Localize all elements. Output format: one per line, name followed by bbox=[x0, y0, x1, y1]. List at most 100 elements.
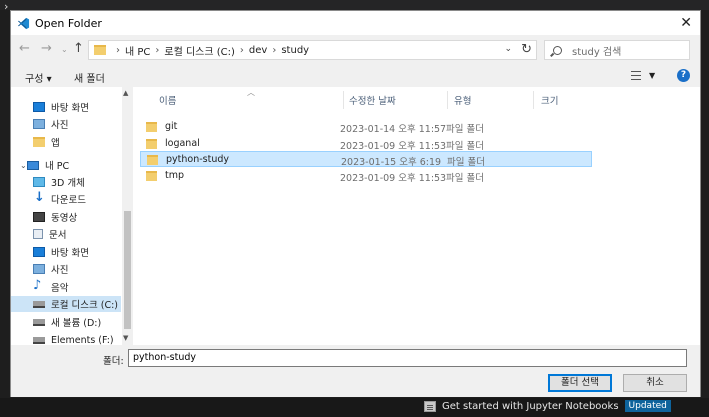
editor-titlebar-bg bbox=[0, 0, 709, 10]
cancel-button[interactable]: 취소 bbox=[623, 374, 687, 392]
this-pc-icon bbox=[27, 160, 39, 170]
up-arrow-icon[interactable]: ↑ bbox=[73, 41, 84, 56]
notification[interactable]: Get started with Jupyter Notebooks Updat… bbox=[424, 400, 671, 412]
sidebar-scrollbar-thumb[interactable] bbox=[124, 211, 131, 329]
recent-chevron-icon[interactable]: ⌄ bbox=[61, 45, 68, 54]
column-header-name[interactable]: 이름 bbox=[159, 91, 176, 109]
close-icon[interactable]: ✕ bbox=[680, 15, 692, 31]
breadcrumb-this-pc[interactable]: 내 PC bbox=[125, 43, 150, 58]
refresh-icon[interactable]: ↻ bbox=[521, 42, 532, 57]
select-folder-button[interactable]: 폴더 선택 bbox=[548, 374, 612, 392]
file-type: 파일 폴더 bbox=[447, 157, 485, 168]
sidebar-item-label: 로컬 디스크 (C:) bbox=[51, 300, 118, 311]
column-divider[interactable] bbox=[447, 91, 448, 109]
folder-icon bbox=[146, 171, 157, 181]
file-list: ︿ 이름 수정한 날짜 유형 크기 git 2023-01-14 오후 11:5… bbox=[133, 87, 700, 345]
sidebar-item-documents[interactable]: 문서 bbox=[33, 226, 129, 242]
folder-icon bbox=[146, 122, 157, 132]
dialog-title: Open Folder bbox=[35, 16, 102, 30]
folder-label: 폴더: bbox=[103, 356, 124, 367]
folder-name-input[interactable]: python-study bbox=[128, 349, 687, 367]
editor-logo-icon: › bbox=[4, 0, 9, 13]
file-date: 2023-01-09 오후 11:53 bbox=[340, 173, 447, 184]
view-dropdown-icon[interactable]: ▼ bbox=[649, 71, 655, 80]
crumb-chevron-icon[interactable]: › bbox=[240, 45, 244, 56]
new-folder-button[interactable]: 새 폴더 bbox=[74, 70, 105, 85]
view-options-icon[interactable] bbox=[631, 71, 641, 80]
column-header-size[interactable]: 크기 bbox=[541, 91, 558, 109]
sidebar-item-label: 앱 bbox=[51, 138, 60, 149]
sidebar-item-this-pc[interactable]: 내 PC bbox=[27, 157, 123, 173]
videos-icon bbox=[33, 212, 45, 222]
table-row-selected[interactable]: python-study 2023-01-15 오후 6:19 파일 폴더 bbox=[140, 151, 592, 168]
crumb-chevron-icon[interactable]: › bbox=[272, 45, 276, 56]
sidebar-item-local-disk-c[interactable]: 로컬 디스크 (C:) bbox=[11, 296, 121, 312]
scroll-down-icon[interactable]: ▼ bbox=[123, 334, 128, 342]
address-bar[interactable]: › 내 PC › 로컬 디스크 (C:) › dev › study ⌄ ↻ bbox=[88, 40, 537, 60]
file-date: 2023-01-15 오후 6:19 bbox=[341, 157, 442, 168]
sidebar-item-desktop[interactable]: 바탕 화면 bbox=[33, 99, 129, 115]
file-date: 2023-01-14 오후 11:57 bbox=[340, 124, 447, 135]
downloads-icon bbox=[33, 190, 45, 205]
organize-button[interactable]: 구성 ▾ bbox=[25, 70, 52, 85]
sidebar-item-3d-objects[interactable]: 3D 개체 bbox=[33, 174, 129, 190]
forward-arrow-icon[interactable]: → bbox=[41, 41, 52, 56]
pictures-icon bbox=[33, 119, 45, 129]
column-header-date[interactable]: 수정한 날짜 bbox=[349, 91, 396, 109]
sidebar-item-elements-f[interactable]: Elements (F:) bbox=[33, 332, 129, 345]
desktop-icon bbox=[33, 102, 45, 112]
breadcrumb-c-drive[interactable]: 로컬 디스크 (C:) bbox=[164, 43, 235, 58]
folder-icon bbox=[146, 139, 157, 149]
breadcrumb-study[interactable]: study bbox=[281, 45, 309, 56]
sidebar-item-volume-d[interactable]: 새 볼륨 (D:) bbox=[33, 314, 129, 330]
address-dropdown-icon[interactable]: ⌄ bbox=[504, 44, 512, 54]
column-divider[interactable] bbox=[343, 91, 344, 109]
sidebar-item-videos[interactable]: 동영상 bbox=[33, 209, 129, 225]
desktop-icon bbox=[33, 247, 45, 257]
sidebar-item-apps[interactable]: 앱 bbox=[33, 134, 129, 150]
breadcrumb-dev[interactable]: dev bbox=[249, 45, 267, 56]
music-icon bbox=[33, 278, 45, 293]
help-icon[interactable]: ? bbox=[677, 69, 690, 82]
3d-objects-icon bbox=[33, 177, 45, 187]
documents-icon bbox=[33, 229, 43, 239]
file-name: loganal bbox=[165, 138, 200, 149]
sidebar-item-music[interactable]: 음악 bbox=[33, 278, 129, 295]
sidebar-item-pictures[interactable]: 사진 bbox=[33, 116, 129, 132]
updated-badge: Updated bbox=[624, 400, 671, 412]
command-toolbar: 구성 ▾ 새 폴더 ▼ ? bbox=[11, 65, 700, 87]
navigation-bar: ← → ⌄ ↑ › 내 PC › 로컬 디스크 (C:) › dev › stu… bbox=[11, 37, 700, 63]
notification-text[interactable]: Get started with Jupyter Notebooks bbox=[442, 401, 619, 412]
sidebar-item-pictures-2[interactable]: 사진 bbox=[33, 261, 129, 277]
column-header-type[interactable]: 유형 bbox=[454, 91, 471, 109]
sidebar-item-label: 3D 개체 bbox=[51, 178, 85, 189]
sidebar-item-label: 바탕 화면 bbox=[51, 103, 89, 114]
column-divider[interactable] bbox=[533, 91, 534, 109]
table-row[interactable]: loganal 2023-01-09 오후 11:53 파일 폴더 bbox=[140, 136, 592, 152]
crumb-chevron-icon[interactable]: › bbox=[155, 45, 159, 56]
sidebar-item-label: 새 볼륨 (D:) bbox=[51, 318, 102, 329]
file-name: tmp bbox=[165, 170, 185, 181]
expand-chevron-icon[interactable]: ⌄ bbox=[20, 161, 27, 170]
drive-icon bbox=[33, 318, 45, 326]
drive-icon bbox=[33, 300, 45, 308]
sidebar-item-label: 사진 bbox=[51, 120, 69, 131]
file-type: 파일 폴더 bbox=[446, 141, 484, 152]
sidebar-item-label: 내 PC bbox=[45, 161, 70, 172]
folder-icon bbox=[33, 137, 45, 147]
dialog-titlebar: Open Folder ✕ bbox=[11, 11, 700, 35]
file-type: 파일 폴더 bbox=[446, 124, 484, 135]
sidebar-item-label: 사진 bbox=[51, 265, 69, 276]
drive-icon bbox=[33, 336, 45, 344]
search-input[interactable]: study 검색 bbox=[544, 40, 690, 60]
back-arrow-icon[interactable]: ← bbox=[19, 41, 30, 56]
scroll-up-icon[interactable]: ▲ bbox=[123, 89, 128, 97]
dialog-footer: 폴더: python-study 폴더 선택 취소 bbox=[11, 345, 700, 397]
crumb-chevron-icon[interactable]: › bbox=[116, 45, 120, 56]
table-row[interactable]: git 2023-01-14 오후 11:57 파일 폴더 bbox=[140, 119, 592, 135]
sidebar-item-label: 동영상 bbox=[51, 213, 78, 224]
table-row[interactable]: tmp 2023-01-09 오후 11:53 파일 폴더 bbox=[140, 168, 592, 184]
sidebar-item-downloads[interactable]: 다운로드 bbox=[33, 190, 129, 207]
sort-ascending-icon: ︿ bbox=[247, 88, 255, 97]
sidebar-item-desktop-2[interactable]: 바탕 화면 bbox=[33, 244, 129, 260]
